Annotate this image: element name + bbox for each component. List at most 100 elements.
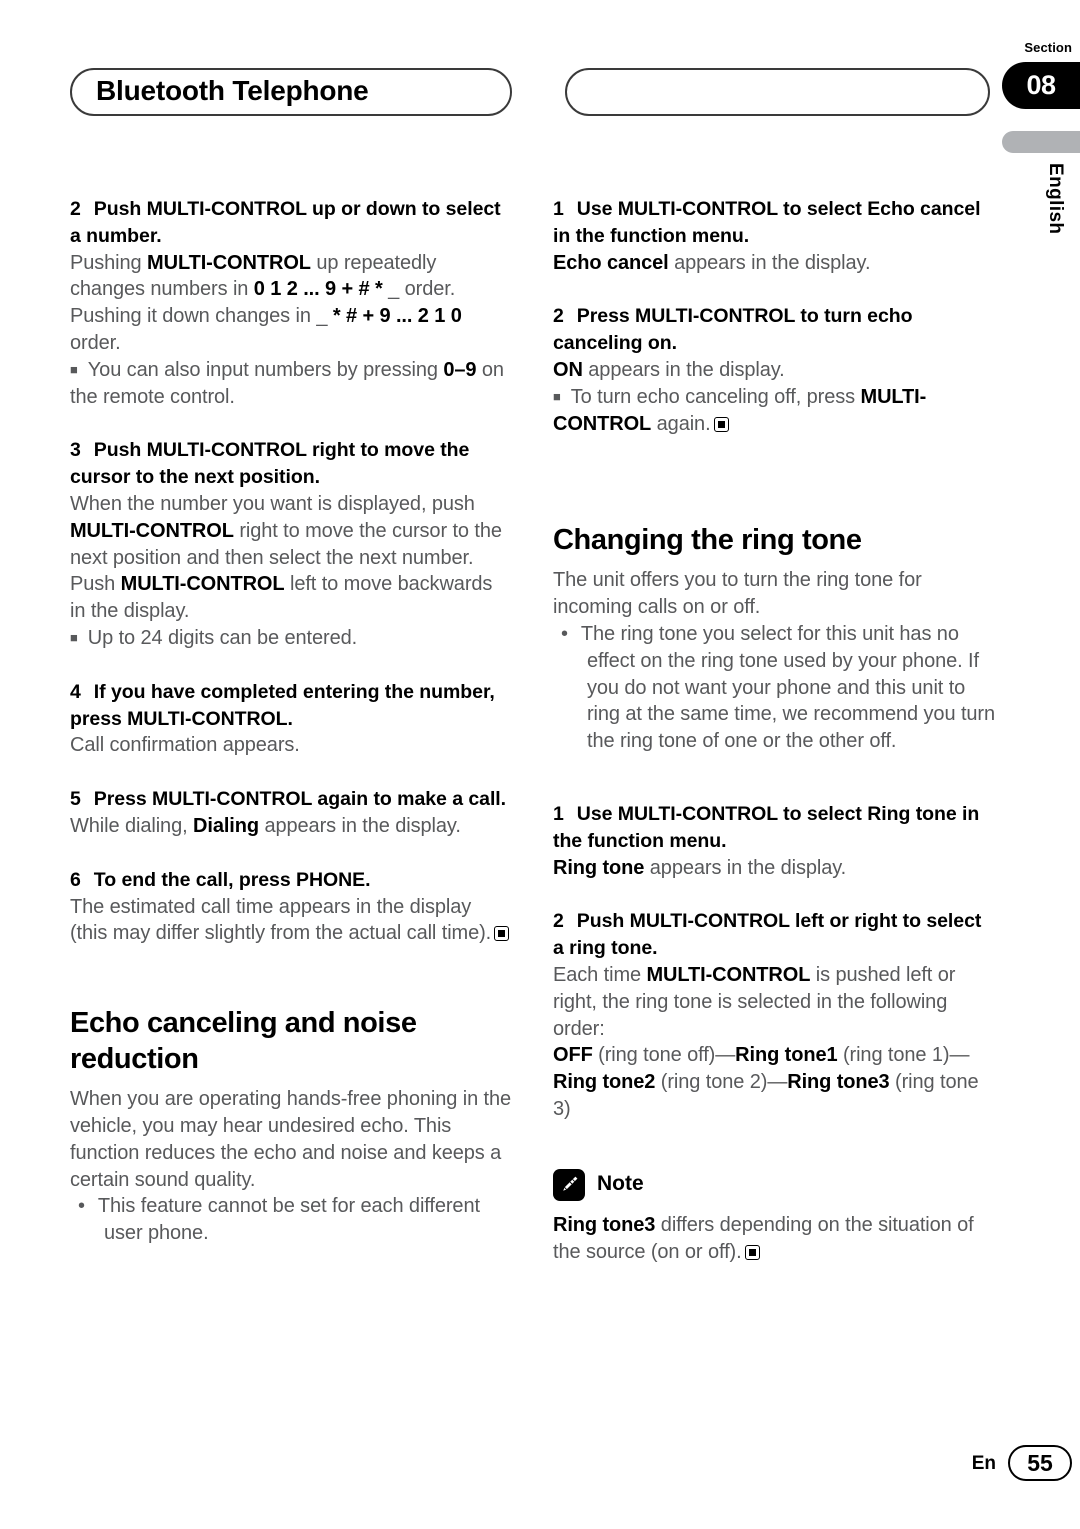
text-run-bold: MULTI-CONTROL — [120, 573, 285, 596]
section-body-ring-tone: The unit offers you to turn the ring ton… — [553, 569, 922, 619]
step-number: 4 — [70, 680, 81, 703]
step-heading-text: Push MULTI-CONTROL left or right to sele… — [553, 910, 982, 960]
step-number: 2 — [70, 198, 81, 220]
step-heading-5: 5 Press MULTI-CONTROL again to make a cal… — [70, 786, 512, 813]
pencil-icon — [553, 1168, 585, 1201]
text-run-bold: Ring tone — [553, 856, 645, 879]
step-heading-text: Push MULTI-CONTROL up or down to select … — [70, 198, 501, 247]
square-bullet-icon: ■ — [70, 361, 78, 377]
bullet-item: ■ To turn echo canceling off, press MULTI… — [553, 384, 995, 438]
step-body-ringtone-1: Ring tone appears in the display. — [553, 855, 995, 882]
text-run: This feature cannot be set for each diff… — [97, 1195, 480, 1245]
text-run: again. — [651, 412, 711, 435]
step-number: 1 — [553, 198, 564, 220]
text-run-bold: 0 1 2 ... 9 + # * — [253, 278, 383, 301]
text-run: order. — [70, 331, 121, 354]
page-number: 55 — [1008, 1445, 1072, 1481]
text-run: (ring tone 2)— — [655, 1071, 788, 1094]
end-of-section-marker-icon — [713, 416, 729, 432]
section-number-badge: 08 — [1002, 62, 1080, 109]
end-of-section-marker-icon — [494, 926, 510, 942]
text-run: You can also input numbers by pressing — [87, 358, 444, 381]
text-run: appears in the display. — [582, 358, 785, 381]
step-heading-ringtone-2: 2 Push MULTI-CONTROL left or right to sel… — [553, 908, 995, 962]
end-of-section-marker-icon — [744, 1244, 760, 1260]
step-body-6: The estimated call time appears in the d… — [70, 894, 512, 948]
text-run: Each time — [553, 963, 647, 986]
text-run: While dialing, — [70, 814, 194, 837]
text-run: appears in the display. — [668, 251, 871, 274]
step-body-4: Call confirmation appears. — [70, 734, 300, 757]
section-label: Section — [1024, 40, 1072, 55]
left-column: 2 Push MULTI-CONTROL up or down to select… — [70, 196, 512, 1247]
step-number: 2 — [553, 910, 564, 933]
note-header: Note — [553, 1168, 995, 1203]
step-body-2: Pushing MULTI-CONTROL up repeatedly chan… — [70, 250, 512, 357]
page-header: Bluetooth Telephone Section 08 English — [0, 0, 1080, 234]
step-heading-6: 6 To end the call, press PHONE. — [70, 867, 512, 894]
step-body-3: When the number you want is displayed, p… — [70, 491, 512, 625]
section-heading-ring-tone: Changing the ring tone — [553, 524, 862, 557]
text-run-bold: Ring tone2 — [553, 1071, 656, 1094]
text-run: The estimated call time appears in the d… — [70, 895, 492, 945]
step-body-ringtone-2: Each time MULTI-CONTROL is pushed left o… — [553, 962, 995, 1042]
note-label: Note — [597, 1171, 644, 1195]
step-body-echo-1: Echo cancel appears in the display. — [553, 250, 995, 277]
bullet-item: • The ring tone you select for this unit … — [553, 621, 995, 755]
square-bullet-icon: ■ — [553, 388, 561, 404]
text-run-bold: MULTI-CONTROL — [646, 963, 811, 986]
page-footer: En 55 — [0, 1443, 1080, 1487]
text-run: To turn echo canceling off, press — [570, 385, 861, 408]
text-run: When the number you want is displayed, p… — [70, 492, 475, 515]
step-heading-3: 3 Push MULTI-CONTROL right to move the cu… — [70, 437, 512, 491]
bullet-item: ■ Up to 24 digits can be entered. — [70, 625, 512, 652]
text-run: appears in the display. — [259, 814, 461, 837]
step-heading-text: To end the call, press PHONE. — [93, 868, 371, 891]
text-run-bold: MULTI-CONTROL — [147, 251, 311, 274]
step-heading-2: 2 Push MULTI-CONTROL up or down to select… — [70, 196, 512, 250]
step-number: 6 — [70, 868, 81, 891]
square-bullet-icon: ■ — [70, 629, 78, 645]
step-heading-text: Press MULTI-CONTROL to turn echo canceli… — [553, 305, 913, 355]
text-run: Pushing — [70, 251, 148, 274]
round-bullet-icon: • — [561, 622, 568, 645]
step-number: 1 — [553, 802, 564, 825]
right-column: 1 Use MULTI-CONTROL to select Echo cancel… — [553, 196, 995, 1265]
step-heading-text: If you have completed entering the numbe… — [70, 680, 495, 730]
text-run-bold: Ring tone3 — [553, 1213, 656, 1236]
step-body-echo-2: ON appears in the display. — [553, 357, 995, 384]
language-label: English — [1045, 163, 1066, 235]
bullet-item: ■ You can also input numbers by pressing … — [70, 357, 512, 411]
text-run: Up to 24 digits can be entered. — [87, 626, 358, 649]
text-run: (ring tone off)— — [592, 1044, 736, 1067]
bullet-item: • This feature cannot be set for each dif… — [70, 1193, 512, 1247]
step-heading-text: Use MULTI-CONTROL to select Ring tone in… — [553, 802, 980, 852]
text-run-bold: Ring tone3 — [787, 1071, 890, 1094]
text-run: appears in the display. — [644, 856, 847, 879]
note-body: Ring tone3 differs depending on the situ… — [553, 1212, 995, 1266]
text-run-bold: ON — [553, 358, 583, 381]
section-heading-echo-canceling: Echo canceling and noise reduction — [70, 1007, 417, 1076]
step-number: 3 — [70, 439, 81, 462]
page-title: Bluetooth Telephone — [96, 75, 369, 106]
step-heading-4: 4 If you have completed entering the numb… — [70, 679, 512, 733]
text-run: (ring tone 1)— — [837, 1044, 970, 1067]
text-run-bold: Dialing — [193, 814, 259, 837]
text-run-bold: Ring tone1 — [735, 1044, 838, 1067]
step-heading-text: Push MULTI-CONTROL right to move the cur… — [70, 439, 470, 489]
text-run-bold: MULTI-CONTROL — [70, 519, 234, 542]
text-run: The ring tone you select for this unit h… — [580, 622, 996, 753]
step-number: 2 — [553, 305, 564, 328]
text-run-bold: OFF — [553, 1044, 593, 1067]
text-run-bold: 0–9 — [443, 358, 477, 381]
topic-title-pill — [565, 68, 990, 116]
footer-language-code: En — [971, 1453, 996, 1474]
step-body-5: While dialing, Dialing appears in the di… — [70, 813, 512, 840]
round-bullet-icon: • — [78, 1195, 85, 1218]
text-run-bold: * # + 9 ... 2 1 0 — [332, 305, 462, 328]
section-body-echo-canceling: When you are operating hands-free phonin… — [70, 1088, 512, 1191]
step-heading-echo-2: 2 Press MULTI-CONTROL to turn echo cancel… — [553, 303, 995, 357]
step-heading-ringtone-1: 1 Use MULTI-CONTROL to select Ring tone i… — [553, 801, 995, 855]
step-heading-text: Press MULTI-CONTROL again to make a call… — [93, 788, 507, 811]
step-heading-echo-1: 1 Use MULTI-CONTROL to select Echo cancel… — [553, 196, 995, 250]
